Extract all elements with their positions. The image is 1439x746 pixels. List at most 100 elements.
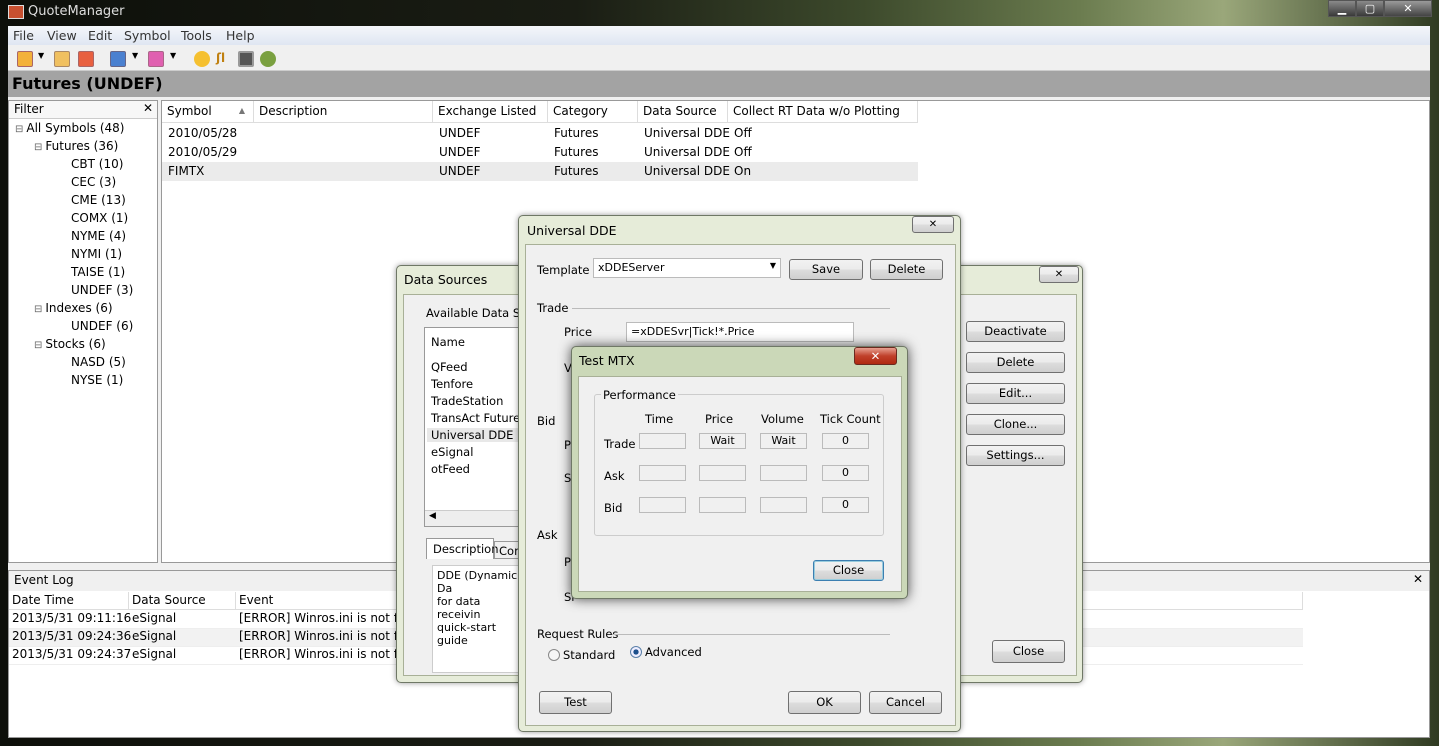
column-header[interactable]: Collect RT Data w/o Plotting <box>728 101 918 123</box>
table-cell: Futures <box>554 145 599 159</box>
minimize-button[interactable]: ▁ <box>1328 0 1356 17</box>
plugin-icon[interactable] <box>260 51 276 67</box>
template-select[interactable]: xDDEServer ▼ <box>593 258 781 278</box>
menu-view[interactable]: View <box>47 28 77 43</box>
menu-symbol[interactable]: Symbol <box>124 28 171 43</box>
table-row[interactable]: 2010/05/28 UNDEF Futures Universal DDE Off <box>162 124 918 143</box>
table-row[interactable]: 2010/05/29 UNDEF Futures Universal DDE Off <box>162 143 918 162</box>
tree-node[interactable]: NASD (5) <box>71 355 126 369</box>
list-item[interactable]: eSignal <box>427 445 531 459</box>
column-header[interactable]: Data Source <box>638 101 728 123</box>
column-header[interactable]: Date Time <box>9 592 129 610</box>
import-icon[interactable] <box>110 51 126 67</box>
close-icon[interactable]: ✕ <box>1413 572 1423 586</box>
close-button[interactable]: ✕ <box>912 216 954 233</box>
expand-collapse-icon[interactable]: ⊟ <box>34 142 42 153</box>
ok-button[interactable]: OK <box>788 691 861 714</box>
action-button[interactable]: Clone... <box>966 414 1065 435</box>
close-button[interactable]: ✕ <box>1039 266 1079 283</box>
price-input[interactable]: =xDDESvr|Tick!*.Price <box>626 322 854 342</box>
tree-node[interactable]: CME (13) <box>71 193 126 207</box>
maximize-button[interactable]: ▢ <box>1356 0 1384 17</box>
tree-node[interactable]: ⊟ Indexes (6) <box>34 301 113 315</box>
table-cell: UNDEF <box>439 164 481 178</box>
action-button[interactable]: Settings... <box>966 445 1065 466</box>
close-button[interactable]: Close <box>992 640 1065 663</box>
tree-node-label: NYMI (1) <box>71 247 123 261</box>
tree-node[interactable]: UNDEF (3) <box>71 283 133 297</box>
menu-file[interactable]: File <box>13 28 34 43</box>
dialog-title: Data Sources <box>404 272 488 287</box>
list-item[interactable]: QFeed <box>427 360 531 374</box>
table-cell: 2010/05/29 <box>168 145 238 159</box>
chart-icon[interactable]: ʃl <box>216 51 232 67</box>
close-button[interactable]: ✕ <box>1384 0 1432 17</box>
new-symbol-icon[interactable] <box>17 51 33 67</box>
close-button[interactable]: ✕ <box>854 347 897 365</box>
column-header[interactable]: Category <box>548 101 638 123</box>
column-header[interactable]: Symbol ▲ <box>162 101 254 123</box>
sort-ascending-icon: ▲ <box>238 106 245 115</box>
column-header[interactable]: Description <box>254 101 433 123</box>
table-row[interactable]: FIMTX UNDEF Futures Universal DDE On <box>162 162 918 181</box>
menu-help[interactable]: Help <box>226 28 255 43</box>
list-item[interactable]: otFeed <box>427 462 531 476</box>
readout-field <box>639 433 686 449</box>
menu-edit[interactable]: Edit <box>88 28 112 43</box>
list-item[interactable]: TransAct Futures <box>427 411 531 425</box>
column-label: Time <box>645 412 674 426</box>
calendar-icon[interactable] <box>238 51 254 67</box>
delete-button[interactable]: Delete <box>870 259 943 280</box>
action-button[interactable]: Edit... <box>966 383 1065 404</box>
tree-node[interactable]: ⊟ All Symbols (48) <box>15 121 124 135</box>
list-item[interactable]: TradeStation <box>427 394 531 408</box>
menu-tools[interactable]: Tools <box>181 28 212 43</box>
edit-symbol-icon[interactable] <box>54 51 70 67</box>
tree-node[interactable]: NYMI (1) <box>71 247 122 261</box>
table-cell: 2010/05/28 <box>168 126 238 140</box>
tree-node[interactable]: ⊟ Futures (36) <box>34 139 118 153</box>
close-icon[interactable]: ✕ <box>143 101 153 115</box>
settings-sun-icon[interactable] <box>194 51 210 67</box>
expand-collapse-icon[interactable]: ⊟ <box>15 124 23 135</box>
list-item[interactable]: Tenfore <box>427 377 531 391</box>
column-header-label: Exchange Listed <box>438 104 537 118</box>
dropdown-arrow-icon[interactable]: ▼ <box>132 51 140 67</box>
tree-node[interactable]: ⊟ Stocks (6) <box>34 337 106 351</box>
tree-node[interactable]: NYME (4) <box>71 229 126 243</box>
column-header-label: Category <box>553 104 608 118</box>
tree-node-label: TAISE (1) <box>71 265 126 279</box>
tree-node-label: Futures (36) <box>45 139 119 153</box>
tree-node[interactable]: CBT (10) <box>71 157 123 171</box>
dropdown-arrow-icon[interactable]: ▼ <box>38 51 46 67</box>
delete-symbol-icon[interactable] <box>78 51 94 67</box>
column-header[interactable]: Data Source <box>129 592 236 610</box>
tree-node[interactable]: TAISE (1) <box>71 265 125 279</box>
radio-standard[interactable]: Standard <box>548 648 615 662</box>
table-cell <box>254 124 266 128</box>
tree-node[interactable]: CEC (3) <box>71 175 116 189</box>
expand-collapse-icon[interactable]: ⊟ <box>34 304 42 315</box>
tree-node[interactable]: COMX (1) <box>71 211 128 225</box>
tree-node-label: CEC (3) <box>71 175 117 189</box>
column-header[interactable]: Exchange Listed <box>433 101 548 123</box>
action-button[interactable]: Deactivate <box>966 321 1065 342</box>
action-button[interactable]: Delete <box>966 352 1065 373</box>
export-icon[interactable] <box>148 51 164 67</box>
app-icon <box>8 5 24 19</box>
expand-collapse-icon[interactable]: ⊟ <box>34 340 42 351</box>
tree-node[interactable]: UNDEF (6) <box>71 319 133 333</box>
table-cell: 2013/5/31 09:24:37 <box>12 647 132 661</box>
dropdown-arrow-icon[interactable]: ▼ <box>170 51 178 67</box>
close-button[interactable]: Close <box>813 560 884 581</box>
save-button[interactable]: Save <box>789 259 863 280</box>
test-button[interactable]: Test <box>539 691 612 714</box>
tree-node[interactable]: NYSE (1) <box>71 373 123 387</box>
radio-advanced[interactable]: Advanced <box>630 645 702 659</box>
tab-description[interactable]: Description <box>426 538 499 559</box>
list-item[interactable]: Universal DDE <box>427 428 531 442</box>
column-header-name[interactable]: Name <box>431 335 465 349</box>
cancel-button[interactable]: Cancel <box>869 691 942 714</box>
horizontal-scrollbar[interactable]: ◀ <box>425 510 533 526</box>
table-cell: Futures <box>554 164 599 178</box>
